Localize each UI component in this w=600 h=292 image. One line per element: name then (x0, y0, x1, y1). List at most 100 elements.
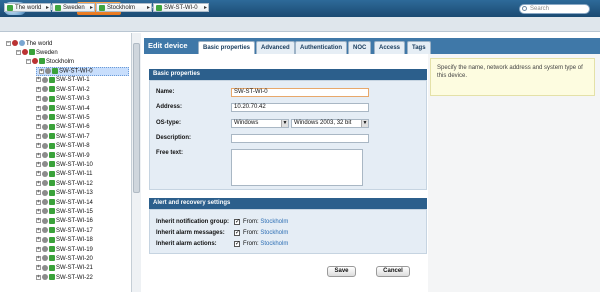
status-ok-icon (49, 217, 55, 224)
stockholm-link[interactable]: Stockholm (260, 230, 288, 236)
inherit-messages-checkbox[interactable]: ✓ (234, 230, 240, 236)
tree-item-device[interactable]: + SW-ST-WI-10 (36, 161, 93, 170)
tab-noc[interactable]: NOC (348, 41, 372, 54)
tree-item-device[interactable]: + SW-ST-WI-8 (36, 142, 90, 151)
status-ok-icon (39, 58, 45, 65)
tree-item-device[interactable]: + SW-ST-WI-2 (36, 86, 90, 95)
expand-icon[interactable]: + (36, 218, 41, 224)
tab-advanced[interactable]: Advanced (256, 41, 295, 54)
expand-icon[interactable]: + (36, 124, 41, 130)
cancel-button[interactable]: Cancel (376, 266, 410, 277)
expand-icon[interactable]: + (36, 227, 41, 233)
tree-item-device[interactable]: + SW-ST-WI-14 (36, 199, 93, 208)
breadcrumb-item-world[interactable]: The world ▸ (4, 3, 51, 12)
breadcrumb-item-sweden[interactable]: Sweden ▸ (52, 3, 95, 12)
device-icon (42, 114, 48, 121)
expand-icon[interactable]: + (36, 255, 41, 261)
os-type-select[interactable]: Windows ▼ (231, 119, 289, 128)
breadcrumb-item-stockholm[interactable]: Stockholm ▸ (96, 3, 152, 12)
expand-icon[interactable]: + (36, 133, 41, 139)
tree-node-stockholm[interactable]: − Stockholm (26, 58, 74, 67)
tree-item-device[interactable]: + SW-ST-WI-19 (36, 246, 93, 255)
tree-item-device[interactable]: + SW-ST-WI-4 (36, 105, 90, 114)
status-ok-icon (99, 5, 105, 11)
inherit-notification-label: Inherit notification group: (156, 219, 229, 225)
tree-item-device[interactable]: + SW-ST-WI-18 (36, 236, 93, 245)
tab-tags[interactable]: Tags (407, 41, 431, 54)
tree-item-device[interactable]: + SW-ST-WI-20 (36, 255, 93, 264)
panel-title: Edit device (148, 41, 188, 50)
tree-node-world[interactable]: − The world (6, 40, 52, 49)
tree-node-sweden[interactable]: − Sweden (16, 49, 58, 58)
status-ok-icon (49, 114, 55, 121)
device-icon (42, 133, 48, 140)
tree-item-device[interactable]: + SW-ST-WI-11 (36, 170, 92, 179)
breadcrumb-item-device[interactable]: SW-ST-WI-0 ▸ (153, 3, 209, 12)
expand-icon[interactable]: + (36, 237, 41, 243)
globe-icon (7, 5, 13, 11)
tree-item-device[interactable]: + SW-ST-WI-6 (36, 123, 90, 132)
collapse-icon[interactable]: − (16, 49, 21, 55)
expand-icon[interactable]: + (36, 246, 41, 252)
freetext-area[interactable] (231, 149, 363, 186)
address-field[interactable]: 10.20.70.42 (231, 103, 369, 112)
expand-icon[interactable]: + (39, 68, 44, 74)
tree-item-device[interactable]: + SW-ST-WI-16 (36, 217, 93, 226)
expand-icon[interactable]: + (36, 180, 41, 186)
tab-basic-properties[interactable]: Basic properties (198, 41, 256, 54)
status-ok-icon (29, 49, 35, 56)
tree-item-device[interactable]: + SW-ST-WI-13 (36, 189, 93, 198)
tree-item-device[interactable]: + SW-ST-WI-12 (36, 180, 93, 189)
status-ok-icon (49, 255, 55, 262)
expand-icon[interactable]: + (36, 105, 41, 111)
inherit-actions-label: Inherit alarm actions: (156, 241, 217, 247)
status-ok-icon (49, 227, 55, 234)
device-icon (42, 236, 48, 243)
expand-icon[interactable]: + (36, 96, 41, 102)
save-button[interactable]: Save (327, 266, 356, 277)
device-icon (42, 274, 48, 281)
chevron-down-icon: ▼ (281, 120, 288, 127)
expand-icon[interactable]: + (36, 274, 41, 280)
tree-item-device[interactable]: + SW-ST-WI-0 (36, 67, 129, 76)
tree-item-device[interactable]: + SW-ST-WI-9 (36, 152, 90, 161)
inherit-notification-checkbox[interactable]: ✓ (234, 219, 240, 225)
collapse-icon[interactable]: − (26, 58, 31, 64)
expand-icon[interactable]: + (36, 208, 41, 214)
expand-icon[interactable]: + (36, 161, 41, 167)
tree-item-device[interactable]: + SW-ST-WI-21 (36, 264, 93, 273)
expand-icon[interactable]: + (36, 152, 41, 158)
expand-icon[interactable]: + (36, 114, 41, 120)
tree-scrollbar[interactable] (131, 33, 141, 292)
expand-icon[interactable]: + (36, 199, 41, 205)
status-ok-icon (49, 189, 55, 196)
scrollbar-thumb[interactable] (133, 43, 140, 193)
device-icon (42, 105, 48, 112)
expand-icon[interactable]: + (36, 265, 41, 271)
tree-item-device[interactable]: + SW-ST-WI-3 (36, 95, 90, 104)
tab-authentication[interactable]: Authentication (295, 41, 347, 54)
stockholm-link[interactable]: Stockholm (260, 241, 288, 247)
tree-item-device[interactable]: + SW-ST-WI-22 (36, 274, 93, 283)
name-field[interactable]: SW-ST-WI-0 (231, 88, 369, 97)
search-icon (522, 6, 527, 11)
status-ok-icon (52, 68, 58, 74)
collapse-icon[interactable]: − (6, 40, 11, 46)
expand-icon[interactable]: + (36, 77, 41, 83)
expand-icon[interactable]: + (36, 86, 41, 92)
stockholm-link[interactable]: Stockholm (260, 219, 288, 225)
alert-icon (22, 49, 28, 56)
os-version-select[interactable]: Windows 2003, 32 bit ▼ (291, 119, 369, 128)
expand-icon[interactable]: + (36, 171, 41, 177)
tab-access[interactable]: Access (374, 41, 406, 54)
tree-item-device[interactable]: + SW-ST-WI-1 (36, 76, 90, 85)
alert-icon (32, 58, 38, 65)
tree-item-device[interactable]: + SW-ST-WI-15 (36, 208, 93, 217)
expand-icon[interactable]: + (36, 143, 41, 149)
tree-item-device[interactable]: + SW-ST-WI-17 (36, 227, 93, 236)
tree-item-device[interactable]: + SW-ST-WI-7 (36, 133, 90, 142)
expand-icon[interactable]: + (36, 190, 41, 196)
description-field[interactable] (231, 134, 369, 143)
tree-item-device[interactable]: + SW-ST-WI-5 (36, 114, 90, 123)
inherit-actions-checkbox[interactable]: ✓ (234, 241, 240, 247)
